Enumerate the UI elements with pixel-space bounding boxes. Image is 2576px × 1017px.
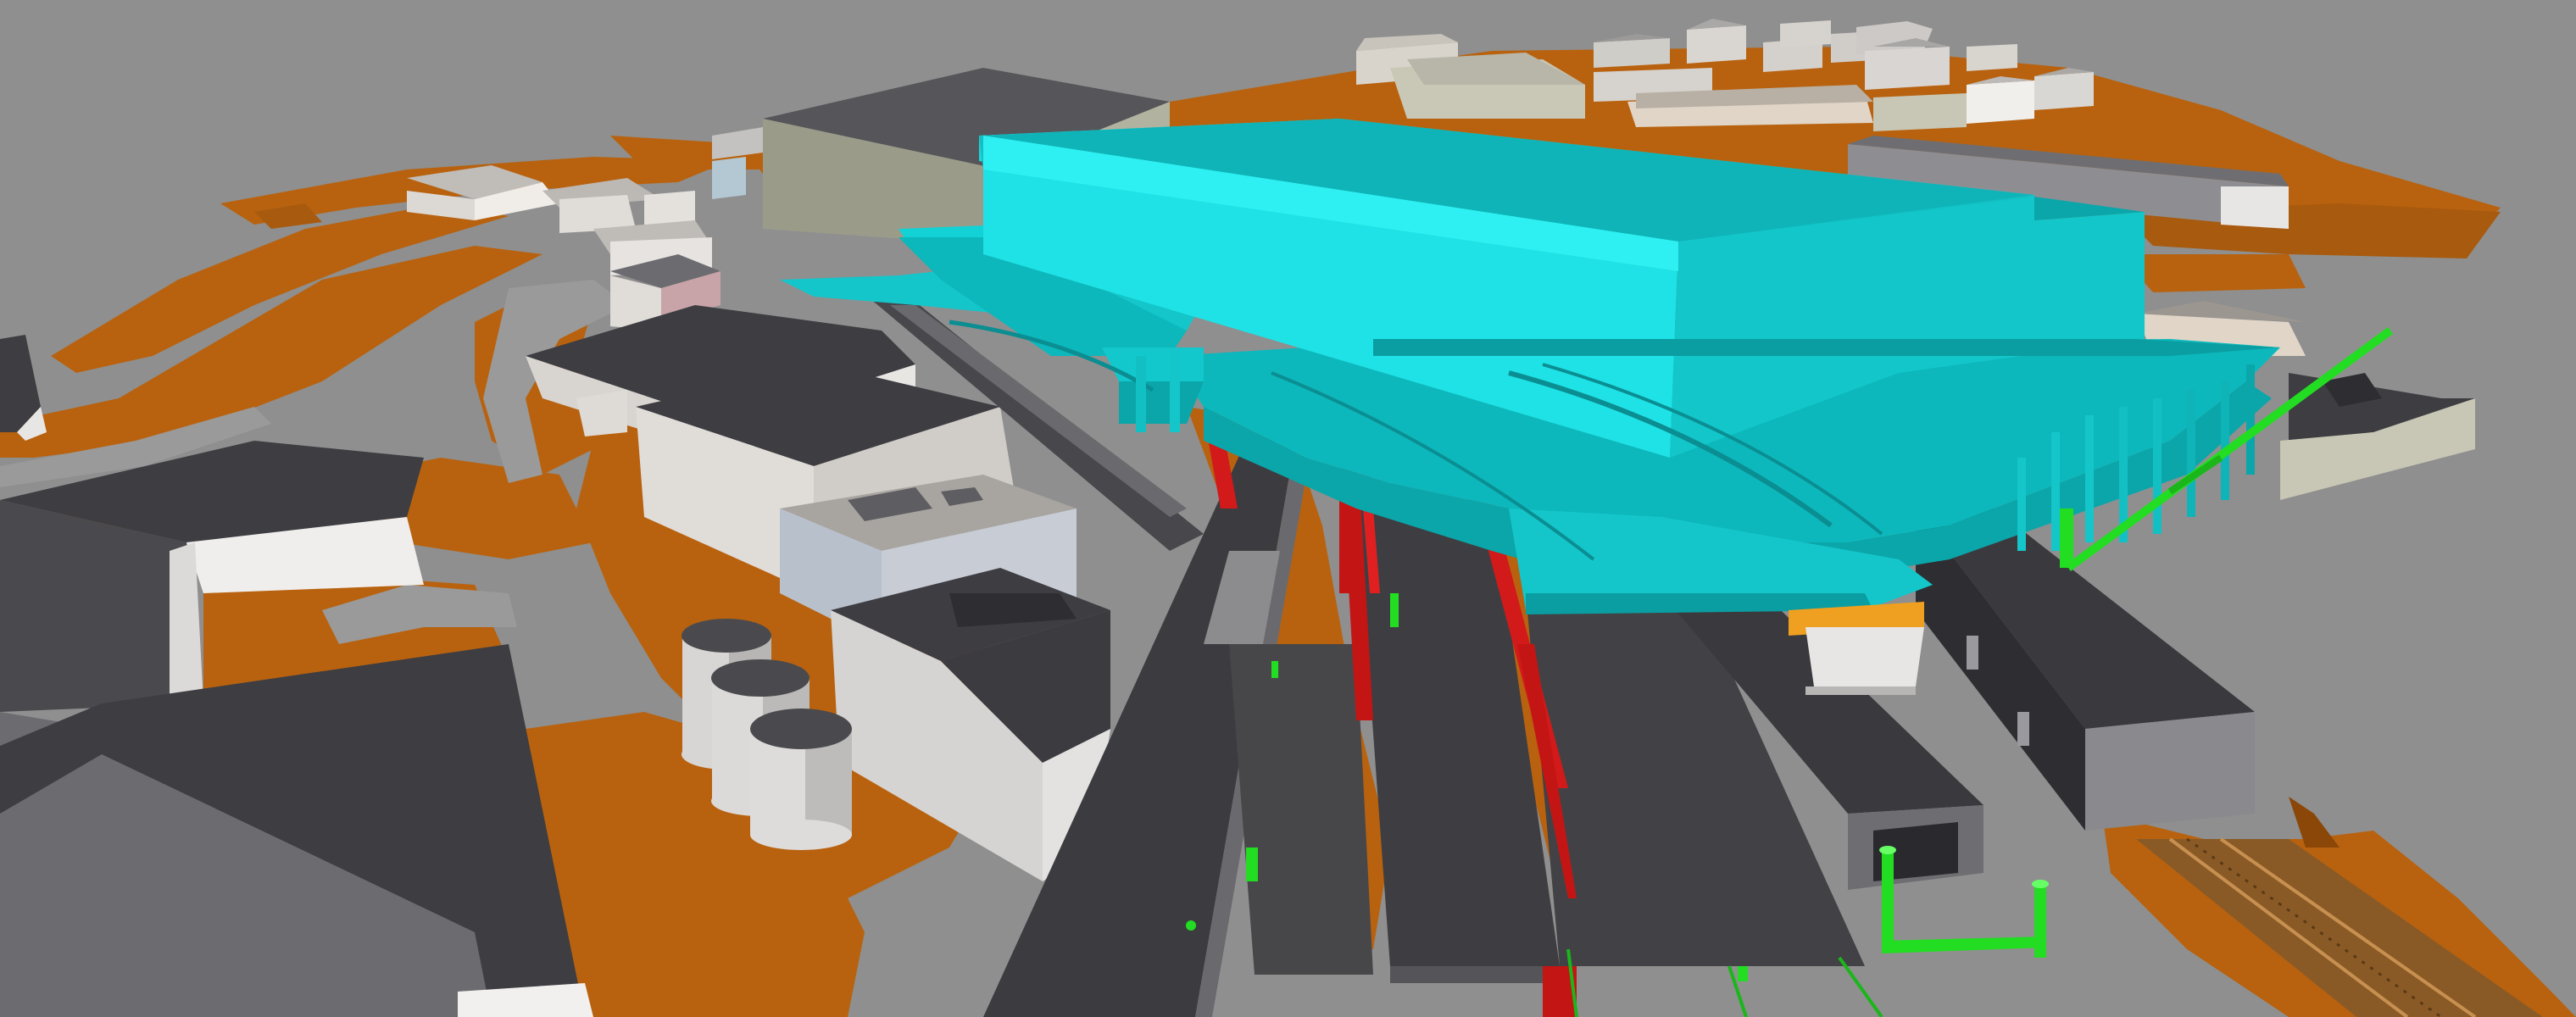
silo-3 <box>750 709 852 850</box>
scene-canvas <box>0 0 2576 1017</box>
3d-model-viewport[interactable] <box>0 0 2576 1017</box>
